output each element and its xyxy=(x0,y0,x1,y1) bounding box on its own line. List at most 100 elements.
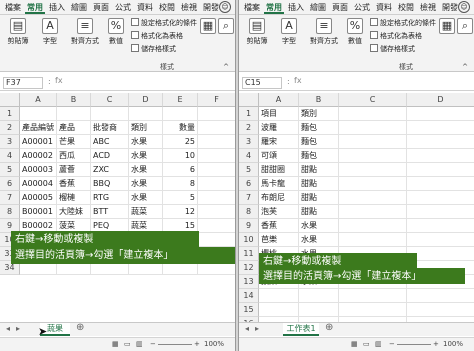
table-cell[interactable]: 甜點 xyxy=(299,205,339,219)
row-header[interactable]: 10 xyxy=(239,233,259,247)
table-cell[interactable] xyxy=(198,149,235,163)
tab-file[interactable]: 檔案 xyxy=(3,2,23,14)
column-header[interactable]: A xyxy=(259,93,299,107)
table-cell[interactable]: 水果 xyxy=(129,149,163,163)
row-header[interactable]: 6 xyxy=(0,177,20,191)
table-cell[interactable]: 水果 xyxy=(129,163,163,177)
row-header[interactable]: 13 xyxy=(239,275,259,289)
page-layout-view-icon[interactable]: ▭ xyxy=(363,338,370,351)
table-cell[interactable] xyxy=(407,107,474,121)
tab-page-layout[interactable]: 頁面 xyxy=(330,2,350,14)
sheet-nav-next-icon[interactable]: ▸ xyxy=(16,324,20,333)
table-cell[interactable] xyxy=(407,205,474,219)
sheet-tab[interactable]: 工作表1 xyxy=(283,323,319,336)
table-cell[interactable]: ACD xyxy=(91,149,129,163)
zoom-slider[interactable] xyxy=(397,344,431,345)
table-cell[interactable]: 波羅 xyxy=(259,121,299,135)
tab-draw[interactable]: 繪圖 xyxy=(308,2,328,14)
column-header[interactable]: A xyxy=(20,93,57,107)
row-header[interactable]: 3 xyxy=(0,135,20,149)
name-box[interactable]: F37 xyxy=(3,77,43,89)
table-cell[interactable]: 西瓜 xyxy=(57,149,91,163)
row-header[interactable]: 4 xyxy=(239,149,259,163)
table-cell[interactable]: 布朗尼 xyxy=(259,191,299,205)
row-header[interactable]: 12 xyxy=(239,261,259,275)
table-cell[interactable] xyxy=(339,289,407,303)
table-cell[interactable] xyxy=(339,121,407,135)
table-cell[interactable] xyxy=(198,107,235,121)
alignment-button[interactable]: ≡ 對齊方式 xyxy=(67,18,103,46)
table-cell[interactable] xyxy=(339,163,407,177)
fx-label[interactable]: fx xyxy=(55,76,63,85)
tab-data[interactable]: 資料 xyxy=(374,2,394,14)
table-cell[interactable]: 麵包 xyxy=(299,121,339,135)
table-cell[interactable]: 甜點 xyxy=(299,163,339,177)
table-cell[interactable] xyxy=(339,303,407,317)
cell-styles-button[interactable]: 儲存格樣式 xyxy=(131,44,176,55)
table-cell[interactable] xyxy=(407,191,474,205)
table-cell[interactable] xyxy=(339,205,407,219)
table-cell[interactable] xyxy=(163,107,198,121)
table-cell[interactable] xyxy=(407,219,474,233)
tab-formulas[interactable]: 公式 xyxy=(352,2,372,14)
table-cell[interactable]: A00003 xyxy=(20,163,57,177)
table-cell[interactable]: 水果 xyxy=(129,191,163,205)
smiley-icon[interactable]: ☺ xyxy=(219,1,231,13)
sheet-nav-next-icon[interactable]: ▸ xyxy=(255,324,259,333)
table-cell[interactable]: 8 xyxy=(163,177,198,191)
name-box[interactable]: C15 xyxy=(242,77,282,89)
row-header[interactable]: 8 xyxy=(239,205,259,219)
row-header[interactable]: 5 xyxy=(0,163,20,177)
table-cell[interactable] xyxy=(407,233,474,247)
table-cell[interactable] xyxy=(129,107,163,121)
table-cell[interactable] xyxy=(198,191,235,205)
column-header[interactable]: E xyxy=(163,93,198,107)
tab-home[interactable]: 常用 xyxy=(264,2,284,14)
font-button[interactable]: A 字型 xyxy=(37,18,63,46)
tab-review[interactable]: 校閱 xyxy=(157,2,177,14)
font-button[interactable]: A 字型 xyxy=(276,18,302,46)
zoom-level[interactable]: 100% xyxy=(443,338,463,351)
clipboard-button[interactable]: ▤ 剪貼簿 xyxy=(242,18,272,46)
column-header[interactable]: C xyxy=(91,93,129,107)
table-cell[interactable]: 可頌 xyxy=(259,149,299,163)
conditional-format-button[interactable]: 設定格式化的條件 xyxy=(370,18,436,29)
table-cell[interactable] xyxy=(339,149,407,163)
table-cell[interactable] xyxy=(198,135,235,149)
zoom-in-icon[interactable]: + xyxy=(194,338,200,351)
table-cell[interactable] xyxy=(198,233,235,247)
tab-home[interactable]: 常用 xyxy=(25,2,45,14)
table-cell[interactable]: 甜甜圈 xyxy=(259,163,299,177)
table-cell[interactable] xyxy=(407,289,474,303)
cell-styles-button[interactable]: 儲存格樣式 xyxy=(370,44,415,55)
table-cell[interactable] xyxy=(339,191,407,205)
table-cell[interactable] xyxy=(198,219,235,233)
table-cell[interactable]: A00001 xyxy=(20,135,57,149)
table-cell[interactable]: 水果 xyxy=(299,219,339,233)
table-cell[interactable] xyxy=(407,135,474,149)
table-cell[interactable]: 水果 xyxy=(299,233,339,247)
row-header[interactable]: 3 xyxy=(239,135,259,149)
table-cell[interactable]: ZXC xyxy=(91,163,129,177)
row-header[interactable]: 2 xyxy=(239,121,259,135)
table-cell[interactable]: 榴槤 xyxy=(57,191,91,205)
table-cell[interactable] xyxy=(407,149,474,163)
tab-file[interactable]: 檔案 xyxy=(242,2,262,14)
table-cell[interactable] xyxy=(339,107,407,121)
column-header[interactable]: C xyxy=(339,93,407,107)
table-cell[interactable]: 12 xyxy=(163,205,198,219)
table-cell[interactable]: 蔬菜 xyxy=(129,205,163,219)
tab-view[interactable]: 檢視 xyxy=(418,2,438,14)
normal-view-icon[interactable]: ▦ xyxy=(351,338,358,351)
editing-button[interactable]: ⌕ xyxy=(457,18,473,36)
table-cell[interactable] xyxy=(407,303,474,317)
normal-view-icon[interactable]: ▦ xyxy=(112,338,119,351)
tab-developer[interactable]: 開發 xyxy=(440,2,460,14)
table-cell[interactable]: A00005 xyxy=(20,191,57,205)
table-cell[interactable]: 產品編號 xyxy=(20,121,57,135)
plus-icon[interactable]: ⊕ xyxy=(325,322,333,333)
table-cell[interactable] xyxy=(299,289,339,303)
table-cell[interactable] xyxy=(339,135,407,149)
row-header[interactable]: 9 xyxy=(239,219,259,233)
table-cell[interactable] xyxy=(198,121,235,135)
